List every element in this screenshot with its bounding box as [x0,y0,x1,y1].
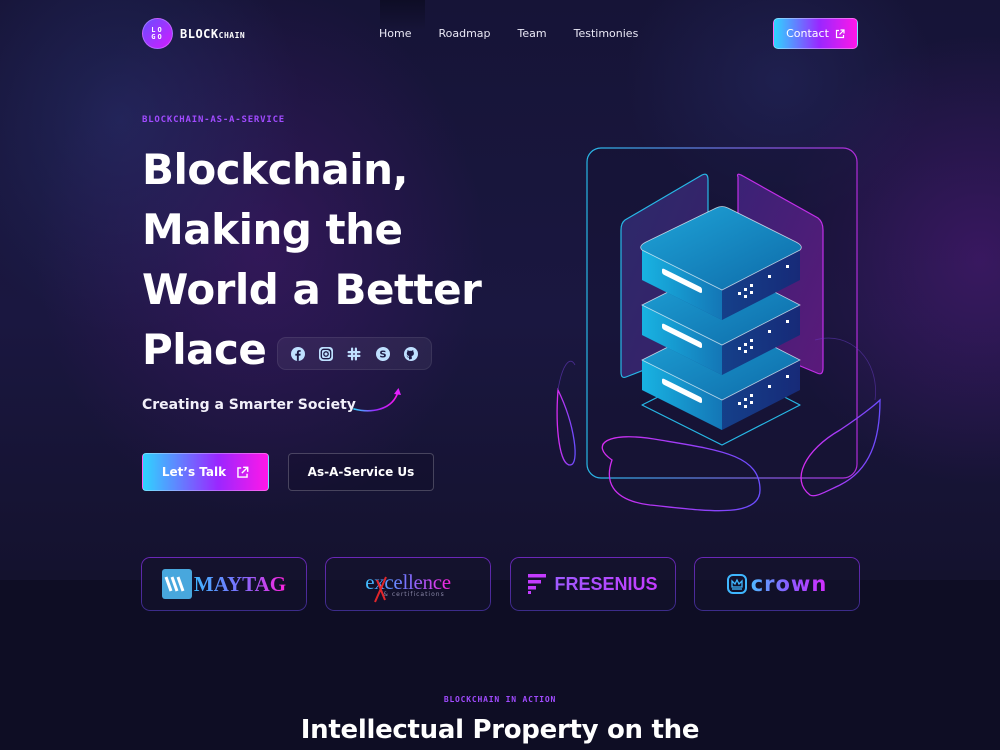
nav-link-home[interactable]: Home [379,27,411,40]
external-link-icon [237,466,249,478]
facebook-icon[interactable] [291,346,306,361]
brand-main: BLOCK [180,26,219,41]
lets-talk-label: Let’s Talk [161,465,227,479]
nav-link-roadmap[interactable]: Roadmap [438,27,490,40]
partner-logo-excellence[interactable]: excellence & certifications [325,557,491,611]
headline-line-3: World a Better [142,265,482,314]
as-a-service-label: As-A-Service Us [307,465,415,479]
external-link-icon [835,28,845,38]
fresenius-mark-icon [528,574,547,594]
logo-mark-bottom: GO [151,32,164,41]
instagram-icon[interactable] [319,346,334,361]
partner-logo-maytag[interactable]: MAYTAG [141,557,307,611]
hero-subline: Creating a Smarter Society [142,397,356,413]
as-a-service-button[interactable]: As-A-Service Us [288,453,434,491]
section-eyebrow: BLOCKCHAIN IN ACTION [443,695,557,704]
brand-logo[interactable]: LO GO BLOCKCHAIN [142,18,245,49]
partner-logo-fresenius[interactable]: FRESENIUS [510,557,676,611]
social-links: S [277,337,432,370]
brand-name: BLOCKCHAIN [180,27,245,41]
partner-logo-crown[interactable]: crown [694,557,860,611]
crown-mark-icon [726,574,747,594]
maytag-logo: MAYTAG [161,569,287,599]
maytag-wordmark: MAYTAG [193,571,287,596]
contact-button-label: Contact [786,27,829,40]
top-navigation: LO GO BLOCKCHAIN Home Roadmap Team Testi… [0,0,1000,66]
server-stack-illustration [556,147,881,512]
lets-talk-button[interactable]: Let’s Talk [142,453,269,491]
nav-link-team[interactable]: Team [518,27,547,40]
skype-icon[interactable]: S [375,346,390,361]
brand-sub: CHAIN [218,30,246,40]
slack-icon[interactable] [347,347,361,361]
svg-text:S: S [379,349,386,360]
logo-mark: LO GO [142,18,173,49]
maytag-mark-icon [161,569,192,599]
contact-button[interactable]: Contact [773,18,858,49]
curved-arrow-icon [353,388,401,412]
fresenius-wordmark: FRESENIUS [554,573,658,594]
headline-line-1: Blockchain, [142,145,408,194]
fresenius-logo: FRESENIUS [528,573,658,595]
section-title: Intellectual Property on the [300,715,700,745]
nav-link-testimonies[interactable]: Testimonies [574,27,639,40]
crown-wordmark: crown [750,572,828,596]
crown-logo: crown [726,572,828,596]
nav-links: Home Roadmap Team Testimonies [379,27,665,40]
github-icon[interactable] [403,346,418,361]
hero-eyebrow: BLOCKCHAIN-AS-A-SERVICE [142,115,286,125]
headline-line-2: Making the [142,205,403,254]
red-x-mark-icon [374,576,388,603]
excellence-logo: excellence & certifications [365,570,451,603]
